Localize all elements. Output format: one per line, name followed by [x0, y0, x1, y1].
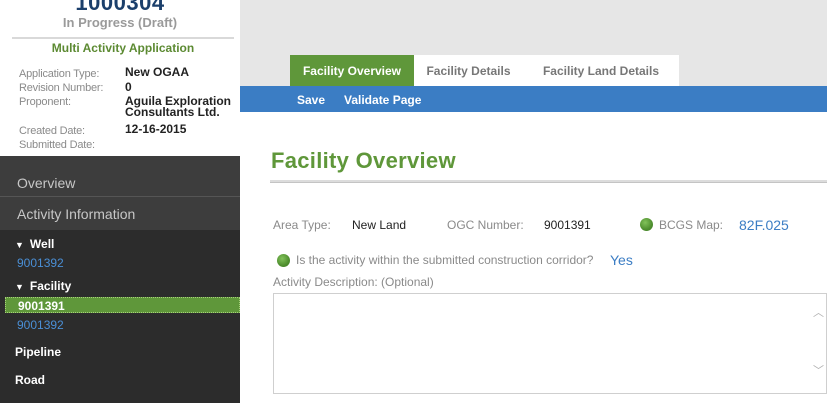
nav-facility-item[interactable]: 9001392: [17, 318, 64, 332]
nav-overview[interactable]: Overview: [17, 175, 75, 191]
corridor-question: Is the activity within the submitted con…: [296, 253, 594, 267]
bcgs-map-value[interactable]: 82F.025: [739, 217, 789, 233]
tab-facility-overview[interactable]: Facility Overview: [290, 55, 414, 86]
revision-number-label: Revision Number:: [19, 82, 104, 94]
nav-group-facility-label: Facility: [29, 279, 72, 293]
ogc-number-value: 9001391: [544, 218, 591, 232]
caret-down-icon: ▼: [15, 240, 24, 250]
nav-group-well-label: Well: [29, 237, 55, 251]
area-type-label: Area Type:: [273, 218, 331, 232]
proponent-label: Proponent:: [19, 96, 71, 108]
validate-page-button[interactable]: Validate Page: [344, 93, 421, 107]
nav-pipeline[interactable]: Pipeline: [15, 345, 61, 359]
application-number: 1000304: [75, 0, 165, 15]
nav-group-well[interactable]: ▼ Well: [15, 237, 54, 251]
nav-facility-item-label: 9001391: [18, 299, 65, 313]
bcgs-map-label: BCGS Map:: [659, 218, 724, 232]
nav-activity-information[interactable]: Activity Information: [17, 206, 135, 222]
corridor-answer[interactable]: Yes: [610, 252, 633, 268]
nav-facility-item-active[interactable]: 9001391: [5, 297, 240, 313]
application-status: In Progress (Draft): [62, 15, 178, 30]
submitted-date-label: Submitted Date:: [19, 139, 95, 151]
nav-well-item[interactable]: 9001392: [17, 256, 64, 270]
nav-group-facility[interactable]: ▼ Facility: [15, 279, 71, 293]
application-type-label: Application Type:: [19, 68, 100, 80]
action-toolbar: Save Validate Page: [240, 86, 827, 112]
save-button[interactable]: Save: [297, 93, 325, 107]
revision-number-value: 0: [125, 80, 132, 94]
sidebar: 1000304 In Progress (Draft) Multi Activi…: [0, 0, 240, 403]
created-date-label: Created Date:: [19, 125, 85, 137]
created-date-value: 12-16-2015: [125, 122, 187, 136]
nav-road[interactable]: Road: [15, 373, 45, 387]
green-circle-icon: [277, 254, 290, 267]
activity-description-textarea[interactable]: [273, 293, 827, 394]
nav-divider: [0, 196, 240, 197]
title-divider: [270, 180, 827, 183]
proponent-value: Aguila Exploration Consultants Ltd.: [125, 94, 232, 119]
tab-facility-land-details[interactable]: Facility Land Details: [523, 55, 679, 86]
green-circle-icon: [640, 218, 653, 231]
ogc-number-label: OGC Number:: [447, 218, 524, 232]
tab-facility-details[interactable]: Facility Details: [414, 55, 523, 86]
area-type-value: New Land: [352, 218, 407, 232]
scroll-down-icon[interactable]: ﹀: [813, 366, 824, 377]
scroll-up-icon[interactable]: ︿: [813, 308, 824, 319]
caret-down-icon: ▼: [15, 282, 24, 292]
application-kind: Multi Activity Application: [12, 37, 234, 55]
application-summary-card: 1000304 In Progress (Draft) Multi Activi…: [0, 0, 240, 156]
page-title: Facility Overview: [271, 148, 456, 173]
application-type-value: New OGAA: [125, 65, 190, 79]
activity-description-label: Activity Description: (Optional): [273, 275, 434, 289]
